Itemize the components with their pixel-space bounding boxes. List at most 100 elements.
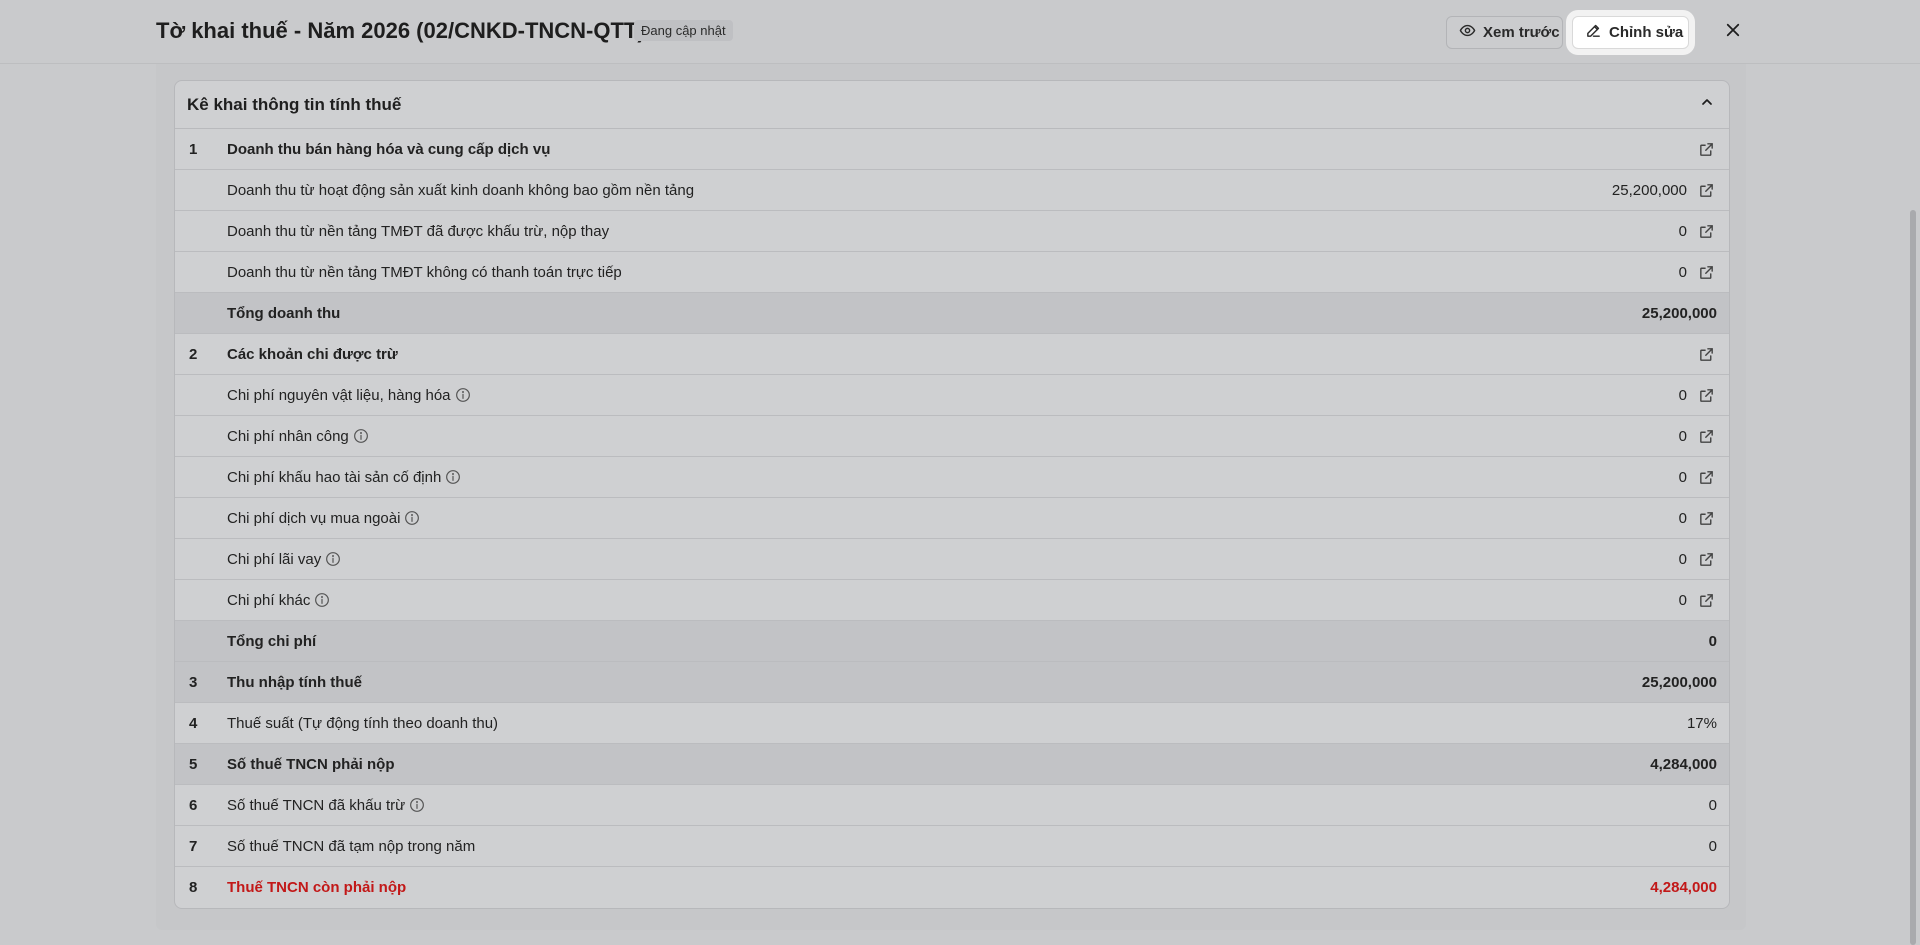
row-label: Chi phí khấu hao tài sản cố định <box>227 468 442 486</box>
row-value: 0 <box>1678 263 1687 281</box>
row-value: 25,200,000 <box>1641 304 1717 322</box>
row-label-cell: Thu nhập tính thuế <box>227 674 1642 691</box>
row-label-cell: Chi phí lãi vay <box>227 551 1679 568</box>
row-value: 0 <box>1678 427 1687 445</box>
row-label: Doanh thu từ nền tảng TMĐT đã được khấu … <box>227 222 610 240</box>
table-row: Chi phí khấu hao tài sản cố định 0 <box>175 457 1729 498</box>
info-icon[interactable] <box>455 387 472 404</box>
info-icon[interactable] <box>325 551 342 568</box>
external-link-icon[interactable] <box>1695 466 1717 488</box>
row-number: 1 <box>189 140 198 158</box>
info-icon[interactable] <box>353 428 370 445</box>
external-link-icon[interactable] <box>1695 220 1717 242</box>
modal-header: Tờ khai thuế - Năm 2026 (02/CNKD-TNCN-QT… <box>0 0 1920 64</box>
row-number: 7 <box>189 837 198 855</box>
table-row: 3 Thu nhập tính thuế 25,200,000 <box>175 662 1729 703</box>
row-label-cell: Chi phí khác <box>227 592 1679 609</box>
pencil-icon <box>1585 22 1602 43</box>
external-link-icon[interactable] <box>1695 261 1717 283</box>
row-label-cell: Chi phí nguyên vật liệu, hàng hóa <box>227 387 1679 404</box>
row-value: 0 <box>1678 222 1687 240</box>
section-title: Kê khai thông tin tính thuế <box>187 94 402 114</box>
scrollbar-thumb[interactable] <box>1910 210 1916 945</box>
info-icon[interactable] <box>445 469 462 486</box>
row-value: 0 <box>1708 796 1717 814</box>
table-row: Chi phí dịch vụ mua ngoài 0 <box>175 498 1729 539</box>
external-link-icon[interactable] <box>1695 384 1717 406</box>
tax-rows: 1 Doanh thu bán hàng hóa và cung cấp dịch… <box>175 129 1729 908</box>
table-row: Chi phí khác 0 <box>175 580 1729 621</box>
modal-body: Kê khai thông tin tính thuế 1 Doanh thu b… <box>156 64 1746 930</box>
edit-button-label: Chỉnh sửa <box>1609 24 1684 41</box>
row-label-cell: Thuế suất (Tự động tính theo doanh thu) <box>227 715 1687 732</box>
row-label-cell: Số thuế TNCN phải nộp <box>227 756 1650 773</box>
row-label-cell: Doanh thu từ hoạt động sản xuất kinh doa… <box>227 182 1612 199</box>
row-label: Các khoản chi được trừ <box>227 345 398 363</box>
row-number: 6 <box>189 796 198 814</box>
row-value: 0 <box>1678 468 1687 486</box>
info-icon[interactable] <box>404 510 421 527</box>
edit-button[interactable]: Chỉnh sửa <box>1572 16 1689 49</box>
external-link-icon[interactable] <box>1695 589 1717 611</box>
row-label-cell: Chi phí khấu hao tài sản cố định <box>227 469 1679 486</box>
table-row: Doanh thu từ nền tảng TMĐT không có than… <box>175 252 1729 293</box>
table-row: Chi phí lãi vay 0 <box>175 539 1729 580</box>
row-label: Doanh thu từ hoạt động sản xuất kinh doa… <box>227 181 695 199</box>
row-label: Tổng chi phí <box>227 632 317 650</box>
table-row: 5 Số thuế TNCN phải nộp 4,284,000 <box>175 744 1729 785</box>
table-row: Tổng doanh thu 25,200,000 <box>175 293 1729 334</box>
row-number: 2 <box>189 345 198 363</box>
row-number: 5 <box>189 755 198 773</box>
page-title: Tờ khai thuế - Năm 2026 (02/CNKD-TNCN-QT… <box>156 18 645 43</box>
table-row: 7 Số thuế TNCN đã tạm nộp trong năm 0 <box>175 826 1729 867</box>
row-label: Chi phí nguyên vật liệu, hàng hóa <box>227 386 451 404</box>
row-label-cell: Chi phí dịch vụ mua ngoài <box>227 510 1679 527</box>
row-number: 8 <box>189 879 198 896</box>
row-label: Chi phí nhân công <box>227 427 349 445</box>
status-badge: Đang cập nhật <box>634 20 733 41</box>
external-link-icon[interactable] <box>1695 343 1717 365</box>
row-value: 25,200,000 <box>1611 181 1687 199</box>
row-label: Số thuế TNCN phải nộp <box>227 755 395 773</box>
row-value: 0 <box>1678 509 1687 527</box>
row-label-cell: Doanh thu bán hàng hóa và cung cấp dịch … <box>227 141 1687 158</box>
collapse-button[interactable] <box>1697 95 1717 115</box>
row-label: Chi phí khác <box>227 591 311 609</box>
table-row: Chi phí nguyên vật liệu, hàng hóa 0 <box>175 375 1729 416</box>
row-label-cell: Doanh thu từ nền tảng TMĐT không có than… <box>227 264 1679 281</box>
section-header: Kê khai thông tin tính thuế <box>175 81 1729 129</box>
row-label: Số thuế TNCN đã tạm nộp trong năm <box>227 837 476 855</box>
row-value: 0 <box>1708 632 1717 650</box>
table-row: Doanh thu từ hoạt động sản xuất kinh doa… <box>175 170 1729 211</box>
row-label-cell: Chi phí nhân công <box>227 428 1679 445</box>
row-label-cell: Thuế TNCN còn phải nộp <box>227 879 1650 896</box>
row-value: 4,284,000 <box>1650 879 1717 896</box>
info-icon[interactable] <box>409 797 426 814</box>
row-label-cell: Tổng doanh thu <box>227 305 1642 322</box>
external-link-icon[interactable] <box>1695 548 1717 570</box>
external-link-icon[interactable] <box>1695 138 1717 160</box>
close-button[interactable] <box>1720 18 1746 46</box>
row-label: Doanh thu bán hàng hóa và cung cấp dịch … <box>227 140 551 158</box>
table-row: 6 Số thuế TNCN đã khấu trừ 0 <box>175 785 1729 826</box>
table-row: 1 Doanh thu bán hàng hóa và cung cấp dịch… <box>175 129 1729 170</box>
row-number: 3 <box>189 673 198 691</box>
row-value: 0 <box>1678 550 1687 568</box>
row-label-cell: Số thuế TNCN đã tạm nộp trong năm <box>227 838 1709 855</box>
table-row: Tổng chi phí 0 <box>175 621 1729 662</box>
external-link-icon[interactable] <box>1695 179 1717 201</box>
row-value: 0 <box>1708 837 1717 855</box>
tax-info-section: Kê khai thông tin tính thuế 1 Doanh thu b… <box>174 80 1730 909</box>
row-label: Chi phí lãi vay <box>227 550 322 568</box>
info-icon[interactable] <box>314 592 331 609</box>
row-label-cell: Số thuế TNCN đã khấu trừ <box>227 797 1709 814</box>
table-row: Chi phí nhân công 0 <box>175 416 1729 457</box>
external-link-icon[interactable] <box>1695 507 1717 529</box>
preview-button[interactable]: Xem trước <box>1446 16 1563 49</box>
external-link-icon[interactable] <box>1695 425 1717 447</box>
row-value: 4,284,000 <box>1650 755 1717 773</box>
table-row: Doanh thu từ nền tảng TMĐT đã được khấu … <box>175 211 1729 252</box>
row-value: 0 <box>1678 591 1687 609</box>
row-label: Thu nhập tính thuế <box>227 673 362 691</box>
preview-button-label: Xem trước <box>1483 24 1560 41</box>
